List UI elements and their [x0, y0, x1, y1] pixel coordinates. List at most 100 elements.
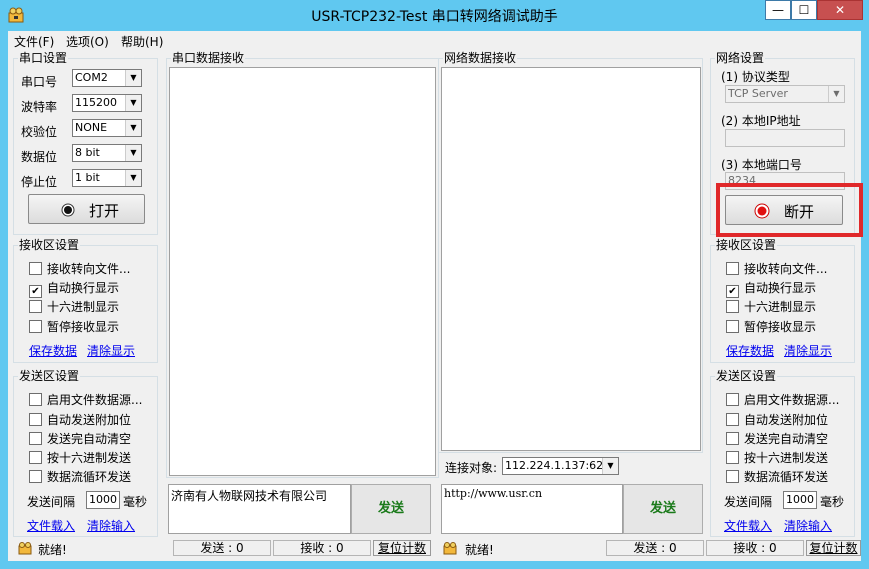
chevron-down-icon: ▼ [125, 120, 141, 136]
clear-display-link[interactable]: 清除显示 [87, 342, 135, 359]
checkbox-box [726, 470, 739, 483]
clear-input-link[interactable]: 清除输入 [87, 517, 135, 534]
chevron-down-icon: ▼ [125, 170, 141, 186]
save-data-link[interactable]: 保存数据 [726, 342, 774, 359]
network-receive-textarea[interactable] [441, 67, 701, 451]
send-count: 发送 : 0 [173, 540, 271, 556]
clear-input-link[interactable]: 清除输入 [784, 517, 832, 534]
status-bar-right: 就绪! 发送 : 0 接收 : 0 复位计数 [433, 539, 861, 559]
checkbox-box [726, 432, 739, 445]
target-label: 连接对象: [445, 461, 498, 475]
stopbits-select[interactable]: 1 bit ▼ [72, 169, 142, 187]
loop-send-label: 数据流循环发送 [744, 470, 829, 484]
interval-label: 发送间隔 [724, 495, 773, 509]
port-select[interactable]: COM2 ▼ [72, 69, 142, 87]
recv-to-file-label: 接收转向文件... [47, 262, 131, 276]
hex-display-checkbox[interactable]: 十六进制显示 [29, 298, 119, 315]
databits-select[interactable]: 8 bit ▼ [72, 144, 142, 162]
clear-display-link[interactable]: 清除显示 [784, 342, 832, 359]
send-settings-right-title: 发送区设置 [715, 369, 778, 383]
send-settings-left-title: 发送区设置 [18, 369, 81, 383]
baud-label: 波特率 [21, 100, 58, 114]
minimize-button[interactable]: — [765, 0, 791, 20]
save-data-link[interactable]: 保存数据 [29, 342, 77, 359]
baud-select[interactable]: 115200 ▼ [72, 94, 142, 112]
status-bar-left: 就绪! 发送 : 0 接收 : 0 复位计数 [8, 539, 433, 559]
local-ip-field[interactable] [725, 129, 845, 147]
send-settings-right-group: 发送区设置 启用文件数据源... 自动发送附加位 发送完自动清空 按十六进制发送… [710, 369, 855, 537]
serial-send-button[interactable]: 发送 [351, 484, 431, 534]
hex-send-label: 按十六进制发送 [47, 451, 132, 465]
auto-clear-checkbox[interactable]: 发送完自动清空 [726, 430, 828, 447]
auto-wrap-label: 自动换行显示 [744, 281, 817, 295]
client-area: 文件(F) 选项(O) 帮助(H) 串口设置 串口号 COM2 ▼ 波特率 115… [8, 31, 863, 561]
loop-send-label: 数据流循环发送 [47, 470, 132, 484]
loop-send-checkbox[interactable]: 数据流循环发送 [29, 468, 131, 485]
serial-receive-group: 串口数据接收 [166, 51, 439, 478]
recv-to-file-checkbox[interactable]: 接收转向文件... [726, 260, 827, 277]
append-bit-checkbox[interactable]: 自动发送附加位 [726, 411, 828, 428]
load-file-link[interactable]: 文件载入 [27, 517, 75, 534]
auto-wrap-checkbox[interactable]: ✔ 自动换行显示 [29, 279, 119, 298]
file-source-label: 启用文件数据源... [744, 393, 840, 407]
serial-send-input[interactable]: 济南有人物联网技术有限公司 [168, 484, 351, 534]
auto-clear-checkbox[interactable]: 发送完自动清空 [29, 430, 131, 447]
network-send-button[interactable]: 发送 [623, 484, 703, 534]
serial-receive-title: 串口数据接收 [171, 51, 246, 65]
protocol-label: (1) 协议类型 [721, 70, 790, 84]
window-title: USR-TCP232-Test 串口转网络调试助手 [311, 9, 558, 25]
send-count: 发送 : 0 [606, 540, 704, 556]
network-send-input[interactable]: http://www.usr.cn [441, 484, 623, 534]
menu-help[interactable]: 帮助(H) [121, 33, 163, 50]
hex-display-checkbox[interactable]: 十六进制显示 [726, 298, 816, 315]
send-settings-left-group: 发送区设置 启用文件数据源... 自动发送附加位 发送完自动清空 按十六进制发送… [13, 369, 158, 537]
pause-display-checkbox[interactable]: 暂停接收显示 [726, 318, 816, 335]
interval-input[interactable]: 1000 [86, 491, 120, 509]
protocol-value: TCP Server [728, 87, 788, 100]
recv-count: 接收 : 0 [706, 540, 804, 556]
maximize-button[interactable]: ☐ [791, 0, 817, 20]
chevron-down-icon: ▼ [125, 145, 141, 161]
checkbox-box [29, 300, 42, 313]
parity-select[interactable]: NONE ▼ [72, 119, 142, 137]
target-select[interactable]: 112.224.1.137:6255 ▼ [502, 457, 619, 475]
menu-bar: 文件(F) 选项(O) 帮助(H) [8, 31, 861, 49]
local-port-label: (3) 本地端口号 [721, 158, 802, 172]
serial-settings-title: 串口设置 [18, 51, 69, 65]
receive-settings-right-title: 接收区设置 [715, 238, 778, 252]
chevron-down-icon: ▼ [125, 95, 141, 111]
pause-display-label: 暂停接收显示 [744, 320, 817, 334]
interval-input[interactable]: 1000 [783, 491, 817, 509]
port-label: 串口号 [21, 75, 58, 89]
recv-to-file-checkbox[interactable]: 接收转向文件... [29, 260, 130, 277]
close-button[interactable]: ✕ [817, 0, 863, 20]
receive-settings-right-group: 接收区设置 接收转向文件... ✔ 自动换行显示 十六进制显示 暂停接收显示 保存… [710, 238, 855, 363]
reset-count-button[interactable]: 复位计数 [806, 540, 861, 556]
file-source-checkbox[interactable]: 启用文件数据源... [726, 391, 839, 408]
databits-value: 8 bit [75, 146, 100, 159]
auto-wrap-checkbox[interactable]: ✔ 自动换行显示 [726, 279, 816, 298]
load-file-link[interactable]: 文件载入 [724, 517, 772, 534]
status-icon [443, 542, 457, 555]
pause-display-checkbox[interactable]: 暂停接收显示 [29, 318, 119, 335]
parity-value: NONE [75, 121, 108, 134]
checkbox-box [726, 393, 739, 406]
loop-send-checkbox[interactable]: 数据流循环发送 [726, 468, 828, 485]
auto-clear-label: 发送完自动清空 [744, 432, 829, 446]
open-port-button[interactable]: 打开 [28, 194, 145, 224]
protocol-select[interactable]: TCP Server ▼ [725, 85, 845, 103]
hex-send-checkbox[interactable]: 按十六进制发送 [726, 449, 828, 466]
checkbox-box [726, 300, 739, 313]
reset-count-button[interactable]: 复位计数 [373, 540, 431, 556]
menu-file[interactable]: 文件(F) [14, 33, 54, 50]
menu-options[interactable]: 选项(O) [66, 33, 109, 50]
file-source-checkbox[interactable]: 启用文件数据源... [29, 391, 142, 408]
status-icon [18, 542, 32, 555]
append-bit-checkbox[interactable]: 自动发送附加位 [29, 411, 131, 428]
port-status-icon [61, 203, 75, 217]
checkbox-box [29, 451, 42, 464]
hex-send-checkbox[interactable]: 按十六进制发送 [29, 449, 131, 466]
receive-settings-left-group: 接收区设置 接收转向文件... ✔ 自动换行显示 十六进制显示 暂停接收显示 保存… [13, 238, 158, 363]
file-source-label: 启用文件数据源... [47, 393, 143, 407]
serial-receive-textarea[interactable] [169, 67, 436, 476]
